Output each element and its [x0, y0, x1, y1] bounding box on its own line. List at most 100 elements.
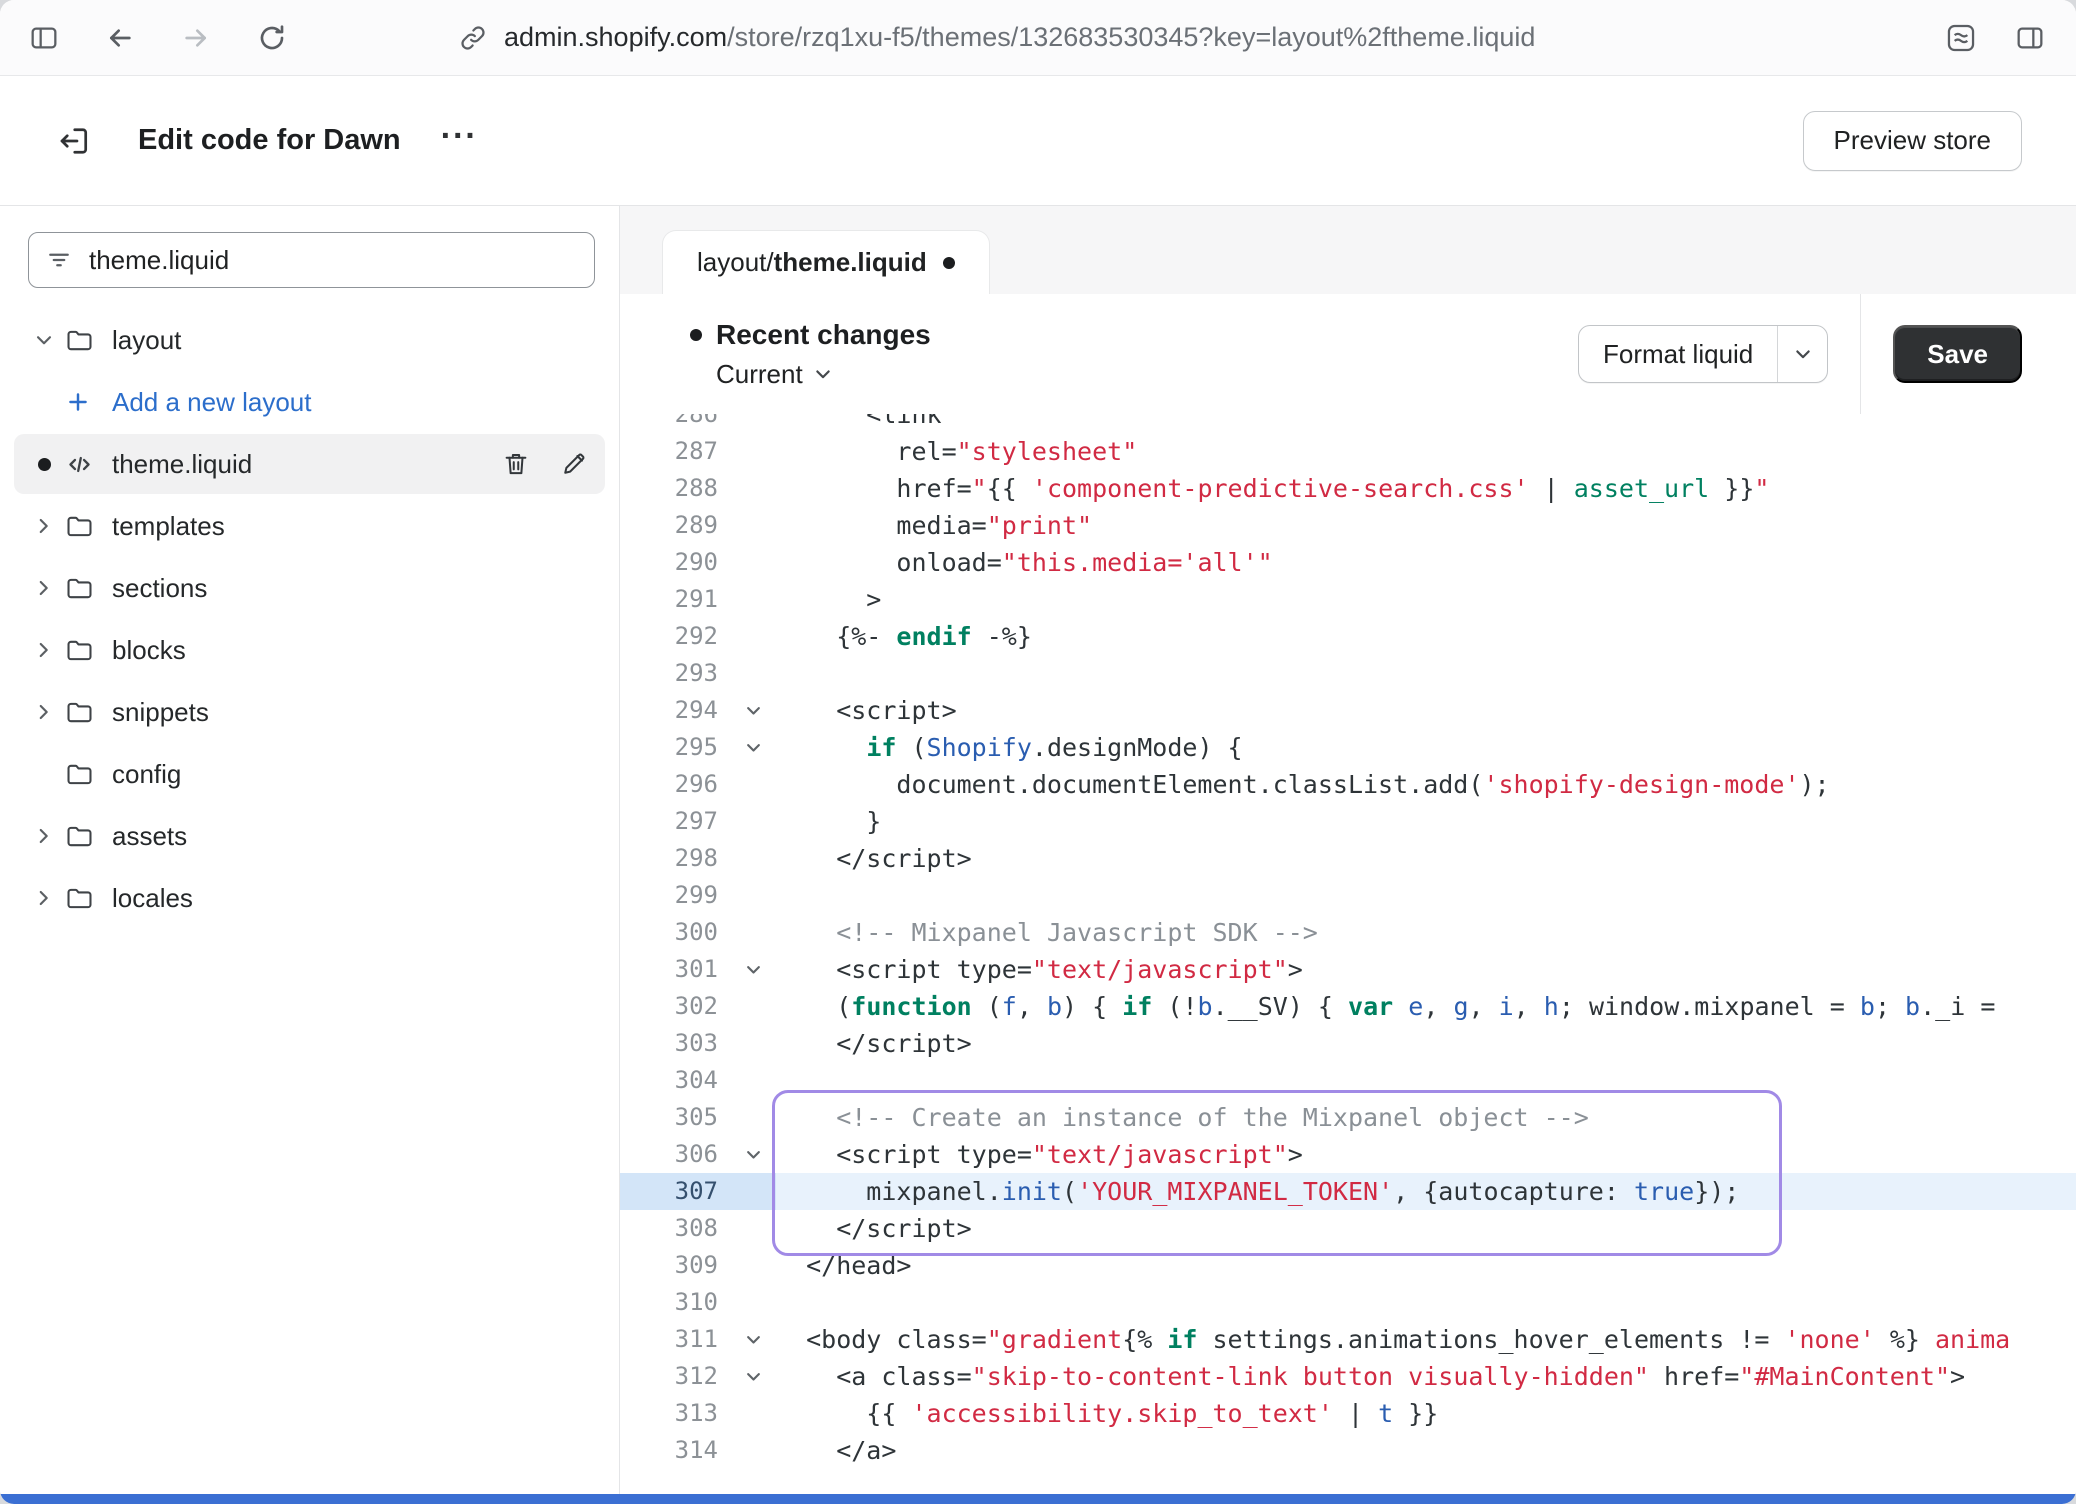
chevron-right-icon [24, 699, 64, 725]
sidebar-item-blocks[interactable]: blocks [14, 620, 605, 680]
chevron-right-icon [24, 513, 64, 539]
file-search-box[interactable] [28, 232, 595, 288]
code-line-286[interactable]: 286 <link [620, 414, 2076, 433]
fold-chevron-icon[interactable] [730, 1358, 776, 1395]
sidebar-item-label: blocks [112, 635, 186, 666]
forward-icon[interactable] [180, 22, 212, 54]
fold-spacer [730, 1062, 776, 1099]
code-line-304[interactable]: 304 [620, 1062, 2076, 1099]
app-header: Edit code for Dawn ··· Preview store [0, 76, 2076, 206]
trash-icon[interactable] [501, 449, 531, 479]
code-text: </head> [776, 1247, 2076, 1284]
fold-chevron-icon[interactable] [730, 1136, 776, 1173]
line-number: 292 [620, 618, 730, 655]
browser-extension-icon[interactable] [1944, 21, 1978, 55]
fold-spacer [730, 433, 776, 470]
sidebar-item-snippets[interactable]: snippets [14, 682, 605, 742]
fold-chevron-icon[interactable] [730, 692, 776, 729]
line-number: 287 [620, 433, 730, 470]
split-view-icon[interactable] [2014, 22, 2046, 54]
back-icon[interactable] [104, 22, 136, 54]
code-line-288[interactable]: 288 href="{{ 'component-predictive-searc… [620, 470, 2076, 507]
code-line-310[interactable]: 310 [620, 1284, 2076, 1321]
code-line-300[interactable]: 300 <!-- Mixpanel Javascript SDK --> [620, 914, 2076, 951]
version-dropdown[interactable]: Current [716, 359, 931, 390]
fold-spacer [730, 1025, 776, 1062]
sidebar-item-templates[interactable]: templates [14, 496, 605, 556]
file-search-input[interactable] [87, 244, 578, 277]
code-line-309[interactable]: 309 </head> [620, 1247, 2076, 1284]
sidebar-item-label: templates [112, 511, 225, 542]
sidebar-item-config[interactable]: config [14, 744, 605, 804]
code-line-311[interactable]: 311 <body class="gradient{% if settings.… [620, 1321, 2076, 1358]
code-text: <a class="skip-to-content-link button vi… [776, 1358, 2076, 1395]
folder-icon [64, 759, 112, 790]
code-line-298[interactable]: 298 </script> [620, 840, 2076, 877]
code-line-293[interactable]: 293 [620, 655, 2076, 692]
format-liquid-button[interactable]: Format liquid [1578, 325, 1828, 383]
tab-layout-theme-liquid[interactable]: layout/theme.liquid [662, 230, 990, 294]
chevron-right-icon [24, 637, 64, 663]
code-line-294[interactable]: 294 <script> [620, 692, 2076, 729]
code-line-296[interactable]: 296 document.documentElement.classList.a… [620, 766, 2076, 803]
pencil-icon[interactable] [559, 449, 589, 479]
sidebar-item-locales[interactable]: locales [14, 868, 605, 928]
code-line-290[interactable]: 290 onload="this.media='all'" [620, 544, 2076, 581]
reload-icon[interactable] [256, 22, 288, 54]
code-line-299[interactable]: 299 [620, 877, 2076, 914]
code-line-308[interactable]: 308 </script> [620, 1210, 2076, 1247]
sidebar-item-label: Add a new layout [112, 387, 311, 418]
fold-spacer [730, 414, 776, 433]
code-line-312[interactable]: 312 <a class="skip-to-content-link butto… [620, 1358, 2076, 1395]
preview-store-button[interactable]: Preview store [1803, 111, 2023, 171]
code-line-297[interactable]: 297 } [620, 803, 2076, 840]
line-number: 312 [620, 1358, 730, 1395]
code-text: mixpanel.init('YOUR_MIXPANEL_TOKEN', {au… [776, 1173, 2076, 1210]
sidebar-item-add-a-new-layout[interactable]: Add a new layout [14, 372, 605, 432]
sidebar-item-sections[interactable]: sections [14, 558, 605, 618]
save-button[interactable]: Save [1893, 325, 2022, 383]
browser-toolbar: admin.shopify.com/store/rzq1xu-f5/themes… [0, 0, 2076, 76]
code-line-306[interactable]: 306 <script type="text/javascript"> [620, 1136, 2076, 1173]
code-line-307[interactable]: 307 mixpanel.init('YOUR_MIXPANEL_TOKEN',… [620, 1173, 2076, 1210]
code-line-292[interactable]: 292 {%- endif -%} [620, 618, 2076, 655]
code-line-305[interactable]: 305 <!-- Create an instance of the Mixpa… [620, 1099, 2076, 1136]
code-line-314[interactable]: 314 </a> [620, 1432, 2076, 1469]
folder-icon [64, 883, 112, 914]
code-line-303[interactable]: 303 </script> [620, 1025, 2076, 1062]
unsaved-indicator-dot [943, 257, 955, 269]
code-line-302[interactable]: 302 (function (f, b) { if (!b.__SV) { va… [620, 988, 2076, 1025]
sidebar-toggle-icon[interactable] [28, 22, 60, 54]
editor-pane: layout/theme.liquid Recent changes Curre… [620, 206, 2076, 1494]
sidebar-item-assets[interactable]: assets [14, 806, 605, 866]
sidebar-item-theme-liquid[interactable]: theme.liquid [14, 434, 605, 494]
code-text: media="print" [776, 507, 2076, 544]
exit-code-editor-icon[interactable] [56, 123, 92, 159]
code-line-287[interactable]: 287 rel="stylesheet" [620, 433, 2076, 470]
code-line-313[interactable]: 313 {{ 'accessibility.skip_to_text' | t … [620, 1395, 2076, 1432]
code-line-301[interactable]: 301 <script type="text/javascript"> [620, 951, 2076, 988]
fold-spacer [730, 581, 776, 618]
sidebar-item-layout[interactable]: layout [14, 310, 605, 370]
line-number: 296 [620, 766, 730, 803]
chevron-right-icon [24, 575, 64, 601]
fold-chevron-icon[interactable] [730, 1321, 776, 1358]
chevron-down-icon[interactable] [1777, 326, 1827, 382]
line-number: 293 [620, 655, 730, 692]
code-editor[interactable]: 286 <link287 rel="stylesheet"288 href="{… [620, 414, 2076, 1494]
fold-spacer [730, 803, 776, 840]
fold-chevron-icon[interactable] [730, 729, 776, 766]
line-number: 311 [620, 1321, 730, 1358]
tab-strip: layout/theme.liquid [620, 206, 2076, 294]
fold-chevron-icon[interactable] [730, 951, 776, 988]
more-options-icon[interactable]: ··· [441, 119, 478, 163]
line-number: 295 [620, 729, 730, 766]
code-line-289[interactable]: 289 media="print" [620, 507, 2076, 544]
fold-spacer [730, 1432, 776, 1469]
code-text: </a> [776, 1432, 2076, 1469]
line-number: 294 [620, 692, 730, 729]
code-line-295[interactable]: 295 if (Shopify.designMode) { [620, 729, 2076, 766]
code-line-291[interactable]: 291 > [620, 581, 2076, 618]
address-bar[interactable]: admin.shopify.com/store/rzq1xu-f5/themes… [458, 22, 1535, 53]
file-tree: layout Add a new layout theme.liquid templa… [0, 302, 619, 930]
